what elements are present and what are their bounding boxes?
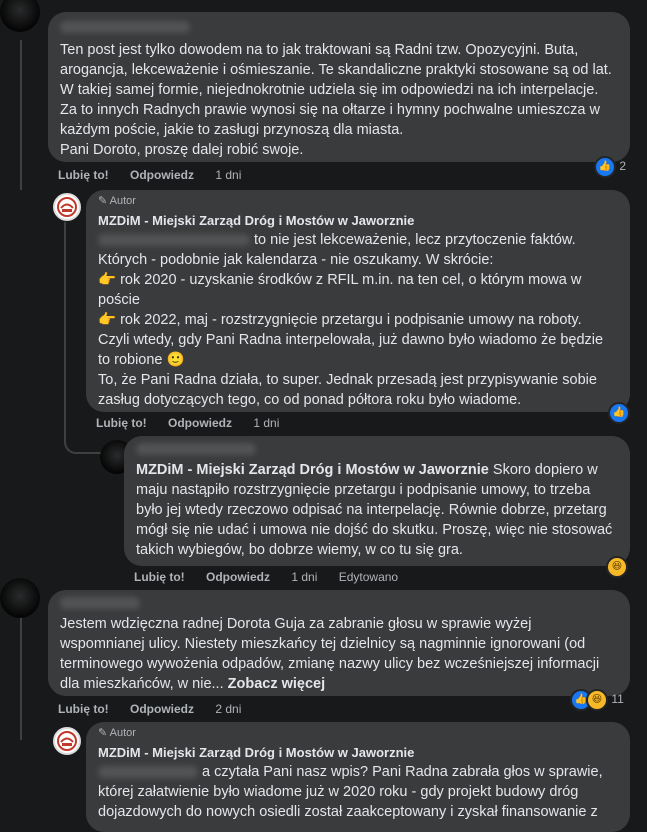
thread-line <box>20 40 22 190</box>
redacted-mention <box>98 766 198 779</box>
reply-bubble: ✎ Autor MZDiM - Miejski Zarząd Dróg i Mo… <box>86 722 630 832</box>
author-badge-label: Autor <box>109 195 136 207</box>
timestamp[interactable]: 2 dni <box>215 702 241 716</box>
reaction-summary[interactable]: 👍 😆 11 <box>570 689 624 711</box>
timestamp[interactable]: 1 dni <box>215 168 241 182</box>
redacted-name <box>60 596 140 609</box>
reply-actions: Lubię to! Odpowiedz 1 dni Edytowano <box>134 570 416 584</box>
comment-author[interactable] <box>60 594 618 612</box>
see-more-link[interactable]: Zobacz więcej <box>228 676 326 692</box>
reply-bubble: MZDiM - Miejski Zarząd Dróg i Mostów w J… <box>124 436 630 566</box>
reply-actions: Lubię to! Odpowiedz 1 dni <box>96 416 297 430</box>
like-button[interactable]: Lubię to! <box>58 702 109 716</box>
comment-author[interactable] <box>60 18 618 36</box>
comment-author[interactable]: MZDiM - Miejski Zarząd Dróg i Mostów w J… <box>98 213 618 228</box>
redacted-name <box>60 20 190 33</box>
laughing-face-icon: 😆 <box>606 556 628 578</box>
edited-label[interactable]: Edytowano <box>339 570 398 584</box>
mention-link[interactable]: MZDiM - Miejski Zarząd Dróg i Mostów w J… <box>136 462 489 478</box>
thread-line <box>20 610 22 740</box>
mzdim-logo <box>57 731 77 751</box>
author-badge: ✎ Autor <box>98 194 618 207</box>
comment-text: MZDiM - Miejski Zarząd Dróg i Mostów w J… <box>136 460 618 560</box>
comment-text: to nie jest lekceważenie, lecz przytocze… <box>98 230 618 410</box>
comment-author[interactable]: MZDiM - Miejski Zarząd Dróg i Mostów w J… <box>98 745 618 760</box>
redacted-name <box>136 442 256 455</box>
comment-text-line1: a czytała Pani nasz wpis? Pani Radna zab… <box>202 764 603 780</box>
timestamp[interactable]: 1 dni <box>291 570 317 584</box>
avatar[interactable] <box>53 727 81 755</box>
reply-button[interactable]: Odpowiedz <box>206 570 270 584</box>
avatar[interactable] <box>0 0 40 32</box>
comment-text-body: Których - podobnie jak kalendarza - nie … <box>98 252 604 408</box>
comment-actions: Lubię to! Odpowiedz 1 dni <box>58 168 259 182</box>
reaction-count: 2 <box>619 159 627 174</box>
avatar[interactable] <box>0 578 40 618</box>
comment-text-body: Jestem wdzięczna radnej Dorota Guja za z… <box>60 616 604 692</box>
thumbs-up-icon: 👍 <box>594 156 616 178</box>
comment-bubble: Ten post jest tylko dowodem na to jak tr… <box>48 12 630 162</box>
reply-bubble: ✎ Autor MZDiM - Miejski Zarząd Dróg i Mo… <box>86 190 630 412</box>
pencil-icon: ✎ <box>98 195 108 207</box>
mzdim-logo <box>57 197 77 217</box>
like-button[interactable]: Lubię to! <box>96 416 147 430</box>
reaction-summary[interactable]: 😆 <box>606 556 628 578</box>
like-button[interactable]: Lubię to! <box>134 570 185 584</box>
timestamp[interactable]: 1 dni <box>253 416 279 430</box>
author-badge-label: Autor <box>109 727 136 739</box>
comment-bubble: Jestem wdzięczna radnej Dorota Guja za z… <box>48 590 630 696</box>
avatar[interactable] <box>53 193 81 221</box>
redacted-mention <box>98 234 250 247</box>
reaction-summary[interactable]: 👍 <box>608 402 630 424</box>
reaction-count: 11 <box>611 692 624 707</box>
comment-text-line1: to nie jest lekceważenie, lecz przytocze… <box>254 232 576 248</box>
comment-text: Ten post jest tylko dowodem na to jak tr… <box>60 42 612 158</box>
reply-button[interactable]: Odpowiedz <box>168 416 232 430</box>
comment-text: Jestem wdzięczna radnej Dorota Guja za z… <box>60 614 618 694</box>
laughing-face-icon: 😆 <box>586 689 608 711</box>
thumbs-up-icon: 👍 <box>608 402 630 424</box>
comment-text-body: której załatwienie było wiadome już w 20… <box>98 784 598 820</box>
pencil-icon: ✎ <box>98 727 108 739</box>
reply-button[interactable]: Odpowiedz <box>130 168 194 182</box>
comment-text: a czytała Pani nasz wpis? Pani Radna zab… <box>98 762 618 822</box>
like-button[interactable]: Lubię to! <box>58 168 109 182</box>
comment-actions: Lubię to! Odpowiedz 2 dni <box>58 702 259 716</box>
author-badge: ✎ Autor <box>98 726 618 739</box>
comment-author[interactable] <box>136 440 618 458</box>
reply-button[interactable]: Odpowiedz <box>130 702 194 716</box>
reaction-summary[interactable]: 👍 2 <box>594 156 626 178</box>
